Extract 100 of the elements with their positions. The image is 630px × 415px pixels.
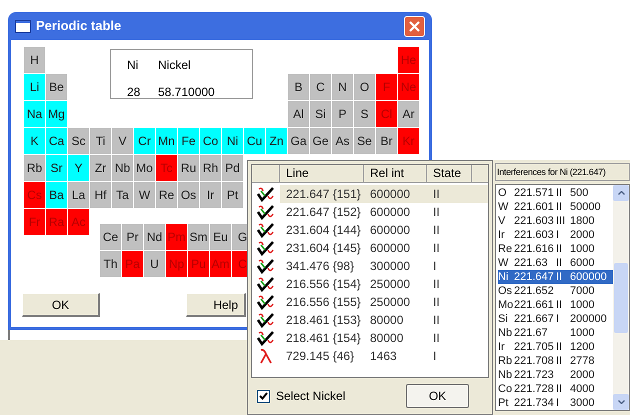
element-cell[interactable]: Cr [134, 128, 156, 155]
element-cell[interactable]: Nb [112, 155, 134, 182]
interference-row[interactable]: Re 221.616 II 1000 [498, 242, 614, 256]
interference-row[interactable]: Nb 221.723 2000 [498, 368, 614, 382]
checkbox[interactable] [257, 390, 270, 402]
element-cell[interactable]: Li [24, 74, 46, 101]
element-cell[interactable]: V [112, 128, 134, 155]
interference-row[interactable]: Ir 221.603 I 2000 [498, 228, 614, 242]
element-cell[interactable]: Al [288, 101, 310, 128]
check-icon [257, 258, 275, 274]
element-cell[interactable]: O [354, 74, 376, 101]
close-button[interactable] [404, 16, 425, 36]
element-cell[interactable]: Nd [144, 224, 166, 251]
table-cell-text: 600000 [369, 186, 412, 203]
column-header[interactable]: Rel int [364, 165, 427, 182]
interference-row[interactable]: Mo221.661 II 1000 [498, 298, 614, 312]
interference-row[interactable]: Ni 221.647 II 600000 [498, 270, 614, 284]
column-header[interactable]: State [427, 165, 472, 182]
ok-button[interactable]: OK [22, 293, 100, 317]
element-cell[interactable]: Re [156, 182, 178, 209]
element-cell[interactable]: Ti [90, 128, 112, 155]
interference-row[interactable]: Nb 221.67 1000 [498, 326, 614, 340]
element-cell[interactable]: La [68, 182, 90, 209]
element-cell[interactable]: Ce [100, 224, 122, 251]
element-cell[interactable]: B [288, 74, 310, 101]
element-cell[interactable]: Rb [24, 155, 46, 182]
table-cell-text: II [556, 242, 564, 256]
scroll-thumb[interactable] [614, 262, 628, 332]
element-cell[interactable]: Se [354, 128, 376, 155]
table-cell-text: 221.603 [514, 214, 555, 228]
element-cell[interactable]: Os [178, 182, 200, 209]
table-cell-text: II [556, 340, 564, 354]
element-cell[interactable]: Ba [46, 182, 68, 209]
element-cell[interactable]: Zr [90, 155, 112, 182]
interference-row[interactable]: Si 221.667 I 200000 [498, 312, 614, 326]
element-cell[interactable]: U [144, 251, 166, 278]
element-cell[interactable]: Y [68, 155, 90, 182]
element-cell[interactable]: Ar [398, 101, 420, 128]
element-cell[interactable]: Mo [134, 155, 156, 182]
interference-row[interactable]: Co 221.728 II 4000 [498, 382, 614, 396]
element-cell[interactable]: N [332, 74, 354, 101]
table-cell-text: 221.661 [514, 298, 555, 312]
table-cell-text: 6000 [570, 256, 596, 270]
element-cell[interactable]: Sm [188, 224, 210, 251]
element-cell[interactable]: W [134, 182, 156, 209]
scrollbar[interactable] [613, 185, 629, 410]
scroll-down-button[interactable] [613, 394, 629, 410]
element-cell[interactable]: K [24, 128, 46, 155]
element-cell[interactable]: Ge [310, 128, 332, 155]
element-cell[interactable]: P [332, 101, 354, 128]
table-cell-text: 600000 [369, 240, 412, 257]
element-cell[interactable]: Mg [46, 101, 68, 128]
element-cell[interactable]: Si [310, 101, 332, 128]
element-cell[interactable]: Th [100, 251, 122, 278]
element-cell[interactable]: Pt [222, 182, 244, 209]
element-cell[interactable]: Fe [178, 128, 200, 155]
element-cell[interactable]: Ta [112, 182, 134, 209]
ok-button[interactable]: OK [406, 384, 469, 408]
element-cell[interactable]: Mn [156, 128, 178, 155]
element-cell[interactable]: Sr [46, 155, 68, 182]
element-cell[interactable]: Cu [244, 128, 266, 155]
element-cell[interactable]: Hf [90, 182, 112, 209]
scroll-up-button[interactable] [613, 185, 629, 201]
interference-row[interactable]: Rb 221.708 II 2778 [498, 354, 614, 368]
element-cell[interactable]: Ir [200, 182, 222, 209]
element-cell[interactable]: Sc [68, 128, 90, 155]
interference-row[interactable]: O 221.571 II 500 [498, 186, 614, 200]
interference-row[interactable]: Ir 221.705 II 1200 [498, 340, 614, 354]
checkbox-label: Select Nickel [276, 388, 346, 405]
element-cell[interactable]: Pr [122, 224, 144, 251]
element-cell[interactable]: Na [24, 101, 46, 128]
element-cell[interactable]: Ni [222, 128, 244, 155]
element-cell[interactable]: Be [46, 74, 68, 101]
element-cell[interactable]: Ga [288, 128, 310, 155]
table-cell-text: 200000 [570, 312, 608, 326]
help-button[interactable]: Help [186, 293, 246, 317]
element-cell[interactable]: Zn [266, 128, 288, 155]
table-cell-text: Si [498, 312, 509, 326]
interference-row[interactable]: Pt 221.734 I 3000 [498, 396, 614, 410]
column-header[interactable]: Line [280, 165, 364, 182]
table-cell-text: II [556, 298, 564, 312]
interference-row[interactable]: W 221.601 II 50000 [498, 200, 614, 214]
line-row[interactable]: 221.647 {151} 600000 II [280, 185, 488, 203]
element-cell[interactable]: C [310, 74, 332, 101]
table-cell: Mo [498, 298, 514, 312]
element-cell[interactable]: Br [376, 128, 398, 155]
element-name: Nickel [158, 57, 192, 74]
interference-row[interactable]: W 221.63 II 6000 [498, 256, 614, 270]
element-cell[interactable]: S [354, 101, 376, 128]
interference-row[interactable]: V 221.603 III 1800 [498, 214, 614, 228]
element-cell[interactable]: Pd [222, 155, 244, 182]
element-cell[interactable]: As [332, 128, 354, 155]
element-cell[interactable]: H [24, 47, 46, 74]
element-cell[interactable]: Eu [210, 224, 232, 251]
element-cell[interactable]: Ca [46, 128, 68, 155]
interference-row[interactable]: Os 221.652 7000 [498, 284, 614, 298]
element-cell[interactable]: Rh [200, 155, 222, 182]
table-cell-text: II [556, 354, 564, 368]
element-cell[interactable]: Ru [178, 155, 200, 182]
element-cell[interactable]: Co [200, 128, 222, 155]
